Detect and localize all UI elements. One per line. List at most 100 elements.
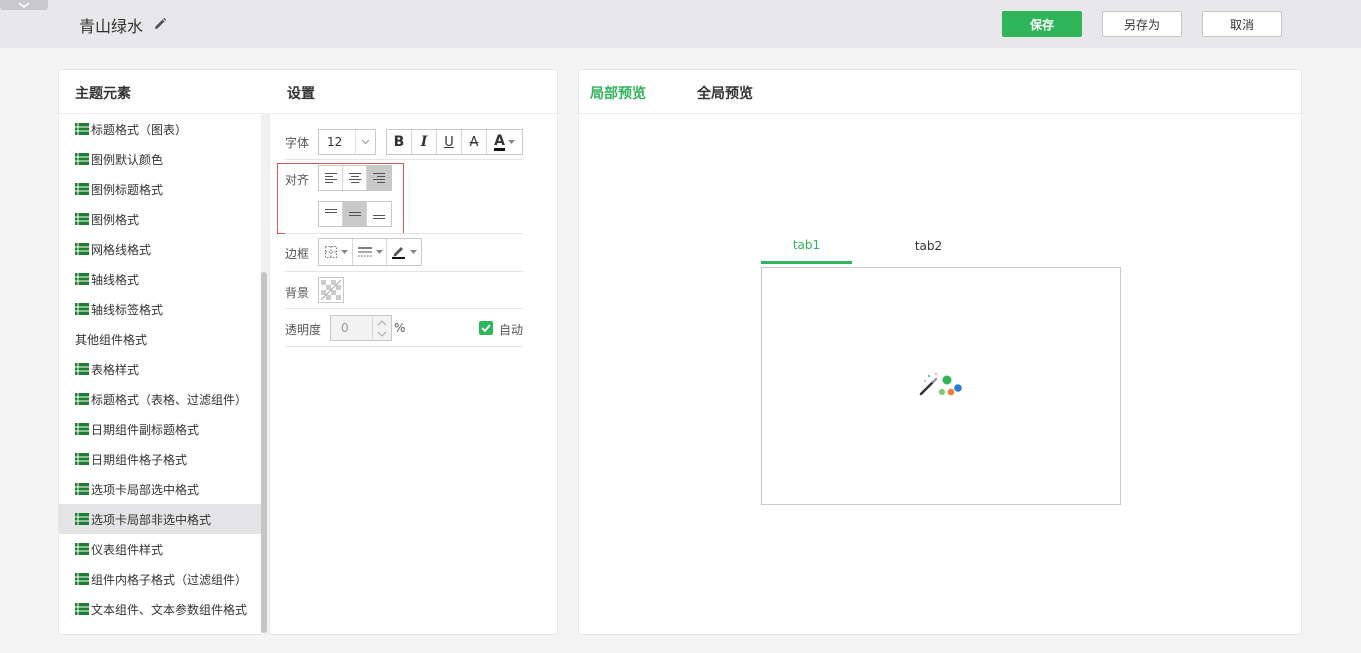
theme-element-item[interactable]: 图例默认颜色: [59, 144, 261, 174]
scrollbar-thumb[interactable]: [261, 272, 267, 633]
table-icon: [75, 243, 89, 255]
border-line-button[interactable]: [353, 239, 387, 265]
theme-element-item[interactable]: 图例标题格式: [59, 174, 261, 204]
align-right-icon: [373, 173, 385, 183]
save-button[interactable]: 保存: [1002, 11, 1082, 37]
align-left-button[interactable]: [319, 166, 343, 190]
align-top-button[interactable]: [319, 202, 343, 226]
theme-element-label: 选项卡局部非选中格式: [91, 512, 212, 527]
strikethrough-button[interactable]: A: [462, 130, 487, 154]
align-label: 对齐: [285, 173, 310, 187]
preview-header: 局部预览 全局预览: [579, 70, 1301, 114]
table-icon: [75, 213, 89, 225]
auto-label: 自动: [499, 323, 524, 337]
font-color-button[interactable]: A: [487, 130, 522, 154]
theme-element-label: 图例默认颜色: [91, 152, 164, 167]
opacity-input[interactable]: 0: [330, 315, 392, 341]
pen-icon: [392, 247, 405, 259]
chevron-down-icon: [361, 139, 370, 145]
transparent-checker-icon: [320, 279, 342, 301]
table-icon: [75, 513, 89, 525]
align-center-icon: [348, 173, 361, 183]
theme-element-label: 选项卡局部选中格式: [91, 482, 200, 497]
align-bottom-button[interactable]: [367, 202, 391, 226]
theme-element-item[interactable]: 日期组件副标题格式: [59, 414, 261, 444]
select-divider: [355, 130, 356, 154]
theme-element-item[interactable]: 仪表组件样式: [59, 534, 261, 564]
theme-element-label: 其他组件格式: [75, 332, 148, 347]
theme-title: 青山绿水: [79, 17, 144, 36]
theme-editor-panel: 主题元素 设置 标题格式（图表） 图例默认颜色 图例标题格式 图例格式 网格线格式 轴线格…: [58, 69, 558, 635]
settings-divider: [285, 159, 523, 160]
pencil-icon[interactable]: [152, 16, 168, 32]
caret-down-icon: [410, 250, 417, 254]
theme-element-item[interactable]: 轴线标签格式: [59, 294, 261, 324]
theme-element-item[interactable]: 标题格式（图表）: [59, 114, 261, 144]
caret-down-icon: [507, 140, 515, 144]
vertical-align-group: [318, 201, 392, 227]
collapse-toggle[interactable]: [0, 0, 48, 10]
settings-divider: [285, 271, 523, 272]
theme-element-label: 图例格式: [91, 212, 140, 227]
preview-tab-2[interactable]: tab2: [883, 228, 974, 264]
chevron-down-icon: [18, 1, 30, 8]
bold-button[interactable]: B: [387, 130, 412, 154]
table-icon: [75, 363, 89, 375]
chevron-up-icon[interactable]: [377, 320, 387, 326]
preview-tab-1[interactable]: tab1: [761, 228, 852, 264]
save-as-button[interactable]: 另存为: [1102, 11, 1182, 37]
theme-element-item[interactable]: 网格线格式: [59, 234, 261, 264]
chevron-down-icon[interactable]: [377, 331, 387, 337]
caret-down-icon: [375, 250, 383, 254]
panel-divider: [269, 114, 270, 635]
align-middle-button[interactable]: [343, 202, 367, 226]
align-center-button[interactable]: [343, 166, 367, 190]
cancel-button[interactable]: 取消: [1202, 11, 1282, 37]
stepper-divider: [372, 316, 373, 340]
settings-divider: [285, 233, 523, 234]
table-icon: [75, 483, 89, 495]
tab-local-preview[interactable]: 局部预览: [590, 83, 646, 103]
caret-down-icon: [340, 250, 348, 254]
border-style-button[interactable]: [319, 239, 353, 265]
font-size-value: 12: [327, 135, 343, 149]
top-bar: 青山绿水 保存 另存为 取消: [0, 0, 1361, 48]
theme-element-list: 标题格式（图表） 图例默认颜色 图例标题格式 图例格式网格线格式 轴线格式轴线标签格式其…: [59, 114, 261, 635]
italic-button[interactable]: I: [412, 130, 437, 154]
theme-element-item[interactable]: 轴线格式: [59, 264, 261, 294]
preview-tab-bar: tab1 tab2: [761, 228, 1121, 264]
theme-element-item[interactable]: 文本组件、文本参数组件格式: [59, 594, 261, 624]
background-color-swatch[interactable]: [318, 277, 344, 303]
tab-global-preview[interactable]: 全局预览: [697, 83, 753, 103]
theme-element-item[interactable]: 表格样式: [59, 354, 261, 384]
theme-element-item[interactable]: 组件内格子格式（过滤组件）: [59, 564, 261, 594]
check-icon: [481, 324, 491, 332]
theme-element-item[interactable]: 图例格式: [59, 204, 261, 234]
theme-element-item[interactable]: 其他组件格式: [59, 324, 261, 354]
align-bottom-icon: [373, 215, 385, 219]
font-size-select[interactable]: 12: [318, 129, 376, 155]
theme-element-item[interactable]: 选项卡局部非选中格式: [59, 504, 261, 534]
theme-element-label: 图例标题格式: [91, 182, 164, 197]
font-label: 字体: [285, 136, 310, 150]
border-color-button[interactable]: [387, 239, 421, 265]
border-tools-group: [318, 238, 422, 266]
table-icon: [75, 603, 89, 615]
theme-element-item[interactable]: 标题格式（表格、过滤组件）: [59, 384, 261, 414]
theme-element-label: 轴线标签格式: [91, 302, 164, 317]
theme-element-item[interactable]: 选项卡局部选中格式: [59, 474, 261, 504]
theme-element-item[interactable]: 日期组件格子格式: [59, 444, 261, 474]
opacity-label: 透明度: [285, 323, 322, 337]
table-icon: [75, 273, 89, 285]
auto-checkbox[interactable]: [479, 321, 493, 335]
underline-button[interactable]: U: [437, 130, 462, 154]
theme-element-label: 仪表组件样式: [91, 542, 164, 557]
font-color-icon: A: [494, 132, 505, 151]
table-icon: [75, 303, 89, 315]
table-icon: [75, 123, 89, 135]
preview-panel: 局部预览 全局预览 tab1 tab2: [578, 69, 1302, 635]
border-label: 边框: [285, 247, 310, 261]
align-right-button[interactable]: [367, 166, 391, 190]
align-top-icon: [324, 209, 337, 213]
settings-divider: [285, 308, 523, 309]
